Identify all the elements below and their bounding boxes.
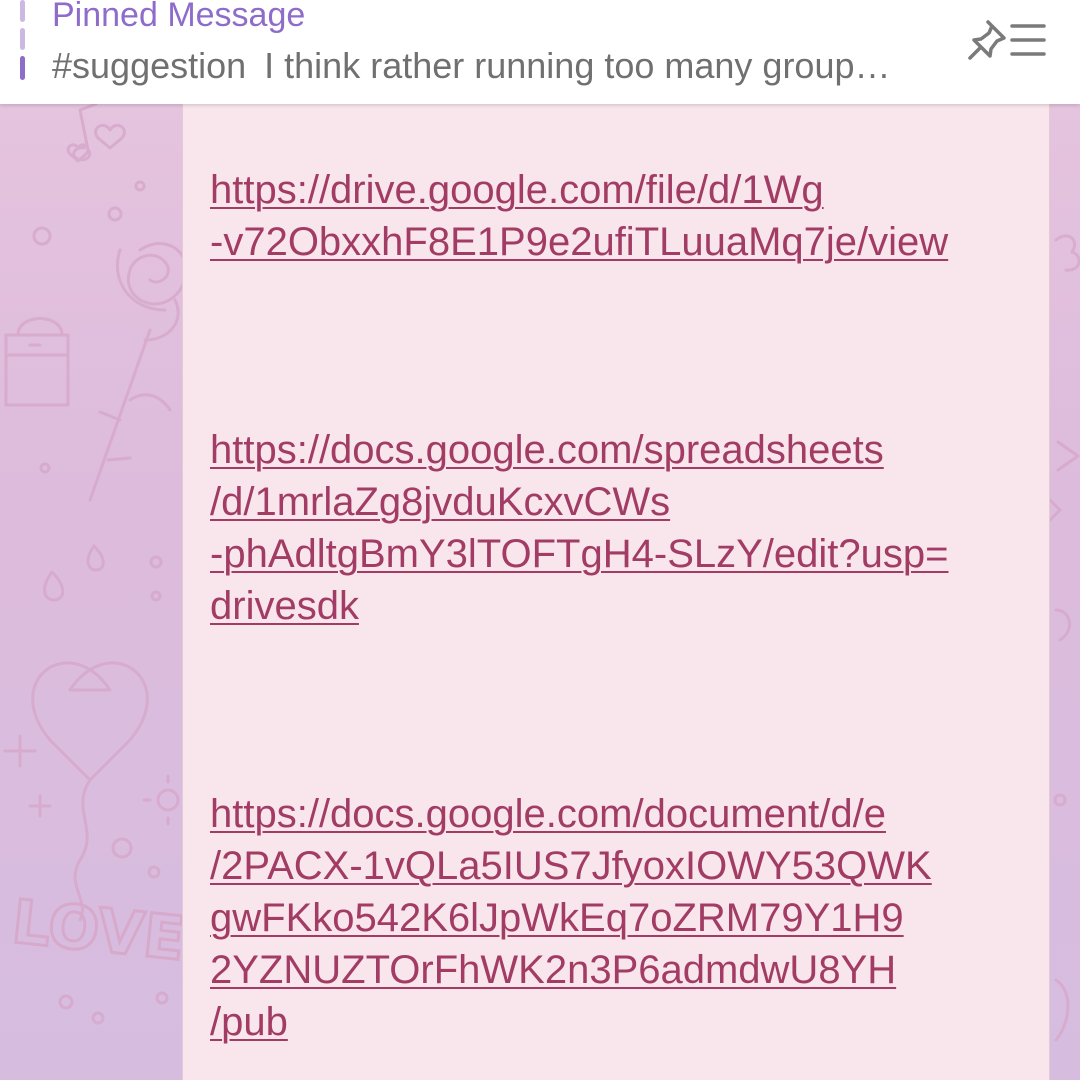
pinned-message-bar[interactable]: Pinned Message #suggestion I think rather… xyxy=(0,0,1080,104)
sparkle-doodle xyxy=(3,734,52,818)
music-note-doodle xyxy=(72,102,98,162)
pin-list-icon xyxy=(968,20,1046,60)
pinned-hashtag[interactable]: #suggestion xyxy=(52,45,246,86)
drive-file-link[interactable]: https://drive.google.com/file/d/1Wg -v72… xyxy=(210,164,1020,268)
balloon-heart-doodle xyxy=(31,661,149,922)
pin-indicator-segment-active xyxy=(20,56,25,80)
heart-doodle xyxy=(94,124,126,150)
pinned-preview: #suggestion I think rather running too ma… xyxy=(52,44,957,88)
pinned-title: Pinned Message xyxy=(52,0,306,34)
sun-doodle xyxy=(156,788,180,812)
rose-doodle xyxy=(126,242,188,306)
pinned-count-indicator xyxy=(20,0,25,80)
love-doodle-text: LOVE xyxy=(9,887,188,975)
pin-indicator-segment xyxy=(20,0,25,22)
document-link[interactable]: https://docs.google.com/document/d/e /2P… xyxy=(210,788,1020,1048)
spreadsheet-link[interactable]: https://docs.google.com/spreadsheets /d/… xyxy=(210,424,1020,632)
message-bubble: https://drive.google.com/file/d/1Wg -v72… xyxy=(182,104,1050,1080)
pinned-preview-text: I think rather running too many group… xyxy=(264,45,891,86)
pinned-list-button[interactable] xyxy=(966,14,1050,70)
pin-indicator-segment xyxy=(20,28,25,50)
chest-doodle xyxy=(4,317,70,407)
drop-doodle xyxy=(43,570,65,602)
